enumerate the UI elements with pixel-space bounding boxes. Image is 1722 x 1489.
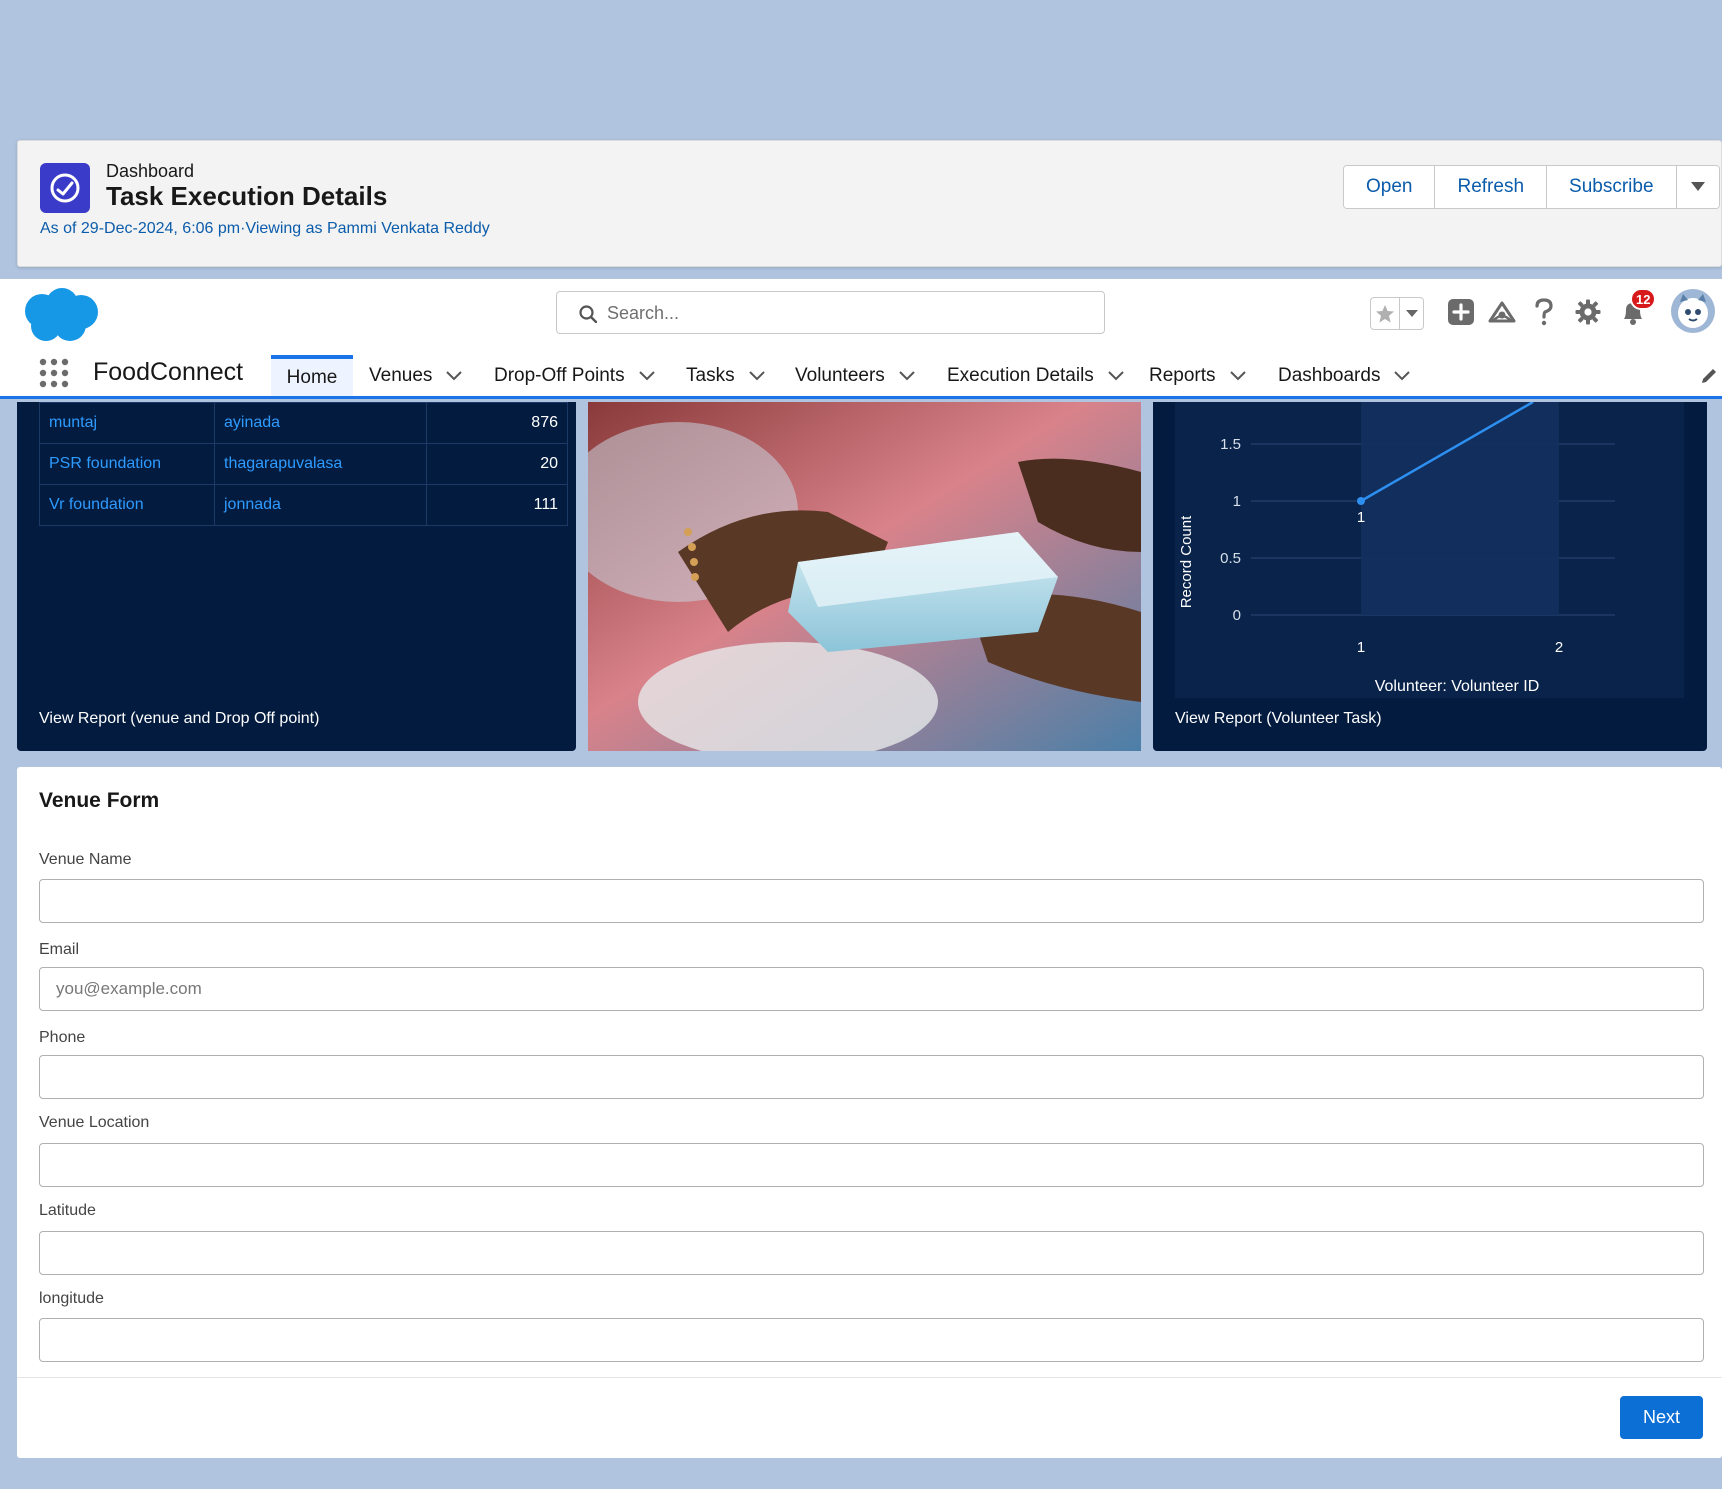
- tab-label: Execution Details: [947, 364, 1094, 386]
- user-avatar[interactable]: [1670, 288, 1716, 334]
- search-icon: [579, 305, 597, 323]
- app-launcher-icon[interactable]: [39, 358, 69, 388]
- latitude-label: Latitude: [39, 1202, 96, 1219]
- value-cell: 111: [426, 484, 568, 526]
- y-tick-label: 1.5: [1220, 436, 1241, 453]
- tab-reports[interactable]: Reports: [1149, 355, 1246, 396]
- chevron-down-icon[interactable]: [899, 370, 915, 381]
- subscribe-button[interactable]: Subscribe: [1547, 166, 1677, 208]
- phone-label: Phone: [39, 1029, 86, 1046]
- longitude-field[interactable]: [39, 1318, 1704, 1362]
- y-tick-label: 1: [1233, 493, 1241, 510]
- y-tick-label: 0.5: [1220, 550, 1241, 567]
- email-label: Email: [39, 941, 80, 958]
- setup-gear-icon[interactable]: [1574, 297, 1602, 327]
- venue-cell[interactable]: Vr foundation: [39, 484, 215, 526]
- table-row: muntaj ayinada 876: [39, 402, 568, 444]
- view-report-volunteer-link[interactable]: View Report (Volunteer Task): [1175, 710, 1382, 728]
- y-tick-label: 0: [1233, 607, 1241, 624]
- y-axis-label: Record Count: [1178, 515, 1195, 608]
- dashboard-kicker: Dashboard: [106, 161, 195, 181]
- tab-label: Tasks: [686, 364, 735, 386]
- dashboard-subtitle: As of 29-Dec-2024, 6:06 pm·Viewing as Pa…: [40, 220, 490, 237]
- open-button[interactable]: Open: [1344, 166, 1436, 208]
- tab-venues[interactable]: Venues: [369, 355, 463, 396]
- tab-home[interactable]: Home: [271, 355, 353, 396]
- tab-drop-off-points[interactable]: Drop-Off Points: [494, 355, 655, 396]
- tab-label: Venues: [369, 364, 433, 386]
- view-report-venue-link[interactable]: View Report (venue and Drop Off point): [39, 710, 319, 728]
- chevron-down-icon[interactable]: [1394, 370, 1411, 381]
- trailhead-icon[interactable]: [1487, 297, 1517, 327]
- global-header: 12: [0, 279, 1722, 355]
- x-tick-label: 2: [1555, 639, 1563, 656]
- form-title: Venue Form: [39, 789, 160, 812]
- longitude-label: longitude: [39, 1290, 104, 1307]
- notifications-bell-icon[interactable]: 12: [1618, 288, 1657, 329]
- tab-execution-details[interactable]: Execution Details: [947, 355, 1124, 396]
- phone-field[interactable]: [39, 1055, 1704, 1099]
- global-add-icon[interactable]: [1447, 297, 1475, 327]
- dashboard-icon: [40, 163, 90, 213]
- table-row: PSR foundation thagarapuvalasa 20: [39, 443, 568, 485]
- venue-location-field[interactable]: [39, 1143, 1704, 1187]
- chevron-down-icon[interactable]: [446, 370, 463, 381]
- help-icon[interactable]: [1532, 297, 1556, 327]
- x-tick-label: 1: [1357, 639, 1365, 656]
- venue-dropoff-table: muntaj ayinada 876 PSR foundation thagar…: [39, 402, 568, 526]
- venue-form: Venue Form Venue Name Email Phone Venue …: [17, 767, 1722, 1458]
- venue-cell[interactable]: PSR foundation: [39, 443, 215, 485]
- tab-label: Reports: [1149, 364, 1216, 386]
- next-button[interactable]: Next: [1620, 1396, 1703, 1439]
- venue-location-label: Venue Location: [39, 1114, 150, 1131]
- tab-dashboards[interactable]: Dashboards: [1278, 355, 1411, 396]
- chevron-down-icon[interactable]: [1229, 370, 1246, 381]
- tab-tasks[interactable]: Tasks: [686, 355, 765, 396]
- venue-name-label: Venue Name: [39, 851, 132, 868]
- volunteer-record-count-chart: 0 0.5 1 1.5 1 2 1 Record Count Volunteer: Vol…: [1175, 400, 1684, 698]
- x-axis-label: Volunteer: Volunteer ID: [1375, 678, 1540, 695]
- search-input[interactable]: [607, 300, 1087, 326]
- volunteer-task-chart-widget: 0 0.5 1 1.5 1 2 1 Record Count Volunteer: Vol…: [1153, 400, 1707, 751]
- app-name: FoodConnect: [93, 358, 244, 386]
- area-fill: [1361, 402, 1559, 615]
- notification-badge: 12: [1630, 288, 1657, 310]
- value-cell: 20: [426, 443, 568, 485]
- form-footer-divider: [17, 1377, 1722, 1378]
- tab-label: Drop-Off Points: [494, 364, 625, 386]
- edit-pencil-icon[interactable]: [1699, 366, 1719, 386]
- dashboard-header: Dashboard Task Execution Details As of 2…: [17, 140, 1722, 267]
- refresh-button[interactable]: Refresh: [1435, 166, 1548, 208]
- tab-volunteers[interactable]: Volunteers: [795, 355, 915, 396]
- food-donation-photo: [588, 402, 1141, 751]
- caret-down-icon: [1690, 182, 1705, 191]
- global-search[interactable]: [556, 291, 1105, 334]
- chevron-down-icon[interactable]: [638, 370, 655, 381]
- drop-off-cell[interactable]: thagarapuvalasa: [214, 443, 427, 485]
- table-row: Vr foundation jonnada 111: [39, 484, 568, 526]
- salesforce-cloud-logo[interactable]: [20, 287, 102, 350]
- more-actions-button[interactable]: [1676, 166, 1719, 208]
- latitude-field[interactable]: [39, 1231, 1704, 1275]
- tab-label: Home: [286, 366, 338, 388]
- venue-name-field[interactable]: [39, 879, 1704, 923]
- email-field[interactable]: [39, 967, 1704, 1011]
- favorites-star-icon[interactable]: [1371, 298, 1401, 329]
- data-point: [1357, 497, 1365, 505]
- value-cell: 876: [426, 402, 568, 444]
- tab-label: Dashboards: [1278, 364, 1381, 386]
- venue-dropoff-table-widget: muntaj ayinada 876 PSR foundation thagar…: [17, 402, 576, 751]
- venue-cell[interactable]: muntaj: [39, 402, 215, 444]
- drop-off-cell[interactable]: jonnada: [214, 484, 427, 526]
- tab-label: Volunteers: [795, 364, 885, 386]
- data-label: 1: [1357, 509, 1365, 526]
- chevron-down-icon[interactable]: [748, 370, 765, 381]
- drop-off-cell[interactable]: ayinada: [214, 402, 427, 444]
- favorites-dropdown-icon[interactable]: [1400, 309, 1423, 318]
- favorites-group: [1370, 297, 1424, 330]
- dashboard-actions: Open Refresh Subscribe: [1343, 165, 1720, 209]
- dashboard-title: Task Execution Details: [106, 181, 388, 211]
- chevron-down-icon[interactable]: [1108, 370, 1124, 381]
- app-navigation: FoodConnect Home Venues Drop-Off Points …: [0, 355, 1722, 399]
